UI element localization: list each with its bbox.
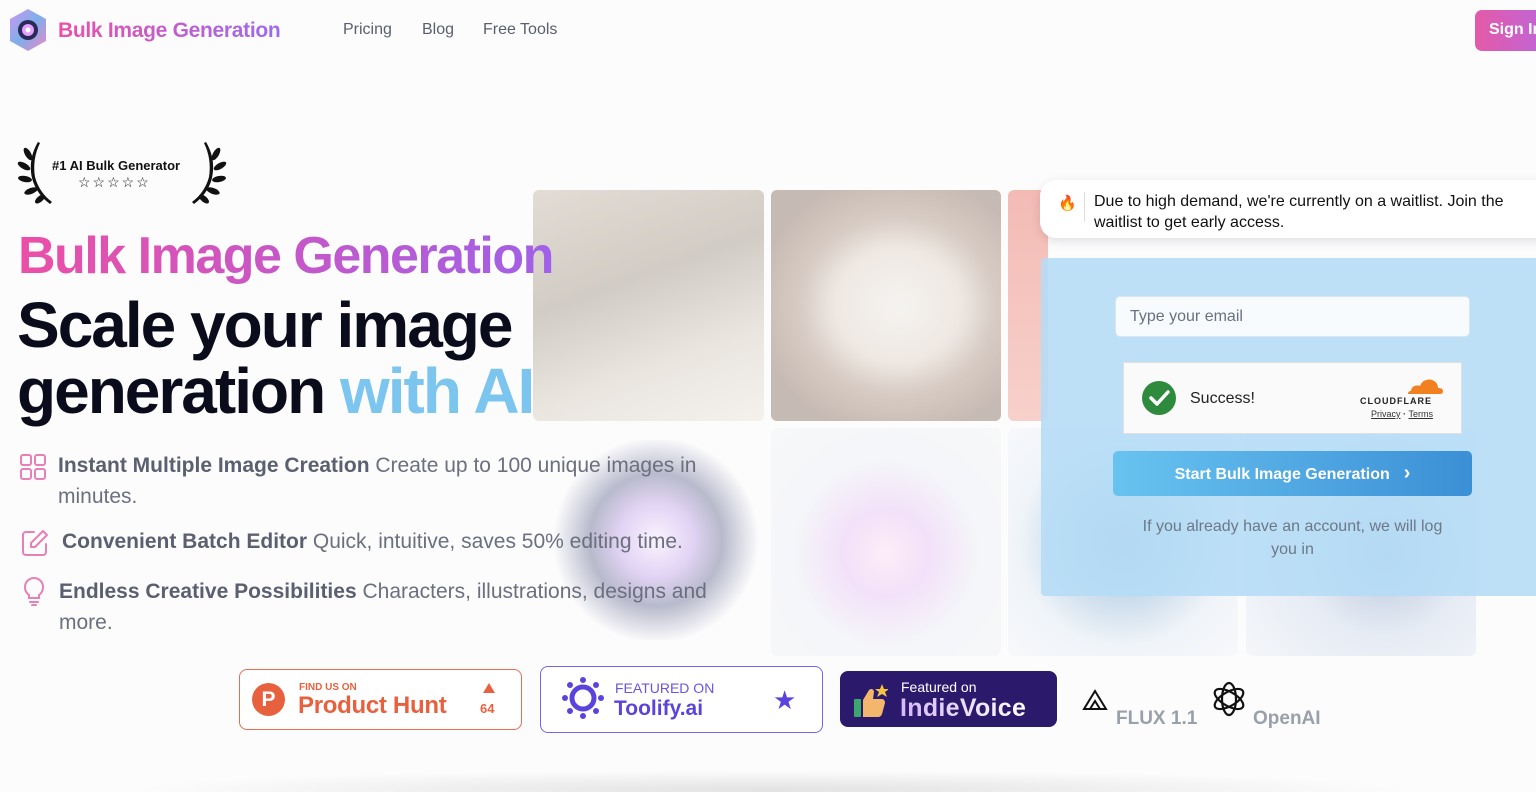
chevron-right-icon: › xyxy=(1403,462,1411,484)
badge-text: #1 AI Bulk Generator xyxy=(52,158,181,173)
hero-headline-accent: with AI xyxy=(339,355,535,427)
feature-title: Endless Creative Possibilities xyxy=(59,580,357,603)
notice-divider xyxy=(1084,192,1085,222)
nav-link-blog[interactable]: Blog xyxy=(422,21,454,39)
badge-stars: ☆☆☆☆☆ xyxy=(78,174,151,190)
start-generation-label: Start Bulk Image Generation xyxy=(1174,466,1390,483)
collage-image-couple xyxy=(533,190,764,421)
email-input[interactable] xyxy=(1115,296,1470,337)
cloudflare-cloud-icon xyxy=(1408,379,1444,394)
collage-image-airplane-window xyxy=(771,190,1001,421)
success-check-icon xyxy=(1142,381,1176,415)
hero-title: Bulk Image Generation xyxy=(18,227,554,285)
openai-label: OpenAI xyxy=(1253,708,1321,729)
sign-in-button[interactable]: Sign In xyxy=(1475,10,1536,51)
flux-label: FLUX 1.1 xyxy=(1116,708,1198,729)
hero-headline-line-1: Scale your image xyxy=(17,289,513,361)
cloudflare-brand: CLOUDFLARE xyxy=(1360,396,1432,406)
toolify-logo-icon xyxy=(562,677,604,719)
feature-title: Convenient Batch Editor xyxy=(62,530,308,553)
hero-headline-text: generation xyxy=(17,355,340,427)
flux-logo-icon xyxy=(1082,689,1108,710)
feature-creative-possibilities: Endless Creative Possibilities Character… xyxy=(18,576,748,638)
captcha-status: Success! xyxy=(1190,390,1255,407)
producthunt-logo-icon: P xyxy=(252,683,285,716)
top-nav: Bulk Image Generation Pricing Blog Free … xyxy=(0,0,1536,62)
section-shadow xyxy=(120,770,1420,792)
terms-link[interactable]: Terms xyxy=(1409,409,1434,419)
privacy-link[interactable]: Privacy xyxy=(1371,409,1401,419)
toolify-small-text: FEATURED ON xyxy=(615,680,715,696)
nav-link-free-tools[interactable]: Free Tools xyxy=(483,21,557,39)
hero-headline-line-2: generation with AI xyxy=(17,354,535,428)
toolify-name: Toolify.ai xyxy=(614,697,704,720)
thumbs-up-icon xyxy=(854,684,888,717)
openai-logo-icon xyxy=(1213,681,1245,717)
cloudflare-links-separator: · xyxy=(1400,409,1409,419)
start-generation-button[interactable]: Start Bulk Image Generation › xyxy=(1113,451,1472,496)
feature-title: Instant Multiple Image Creation xyxy=(58,454,370,477)
feature-instant-creation: Instant Multiple Image Creation Create u… xyxy=(18,450,748,512)
waitlist-notice-text: Due to high demand, we're currently on a… xyxy=(1094,193,1504,231)
star-icon: ★ xyxy=(773,685,797,715)
collage-image-glow-orb xyxy=(771,428,1001,656)
brand-name[interactable]: Bulk Image Generation xyxy=(58,19,281,43)
indievoice-name: IndieVoice xyxy=(900,694,1027,722)
producthunt-name: Product Hunt xyxy=(298,692,447,719)
login-note: If you already have an account, we will … xyxy=(1142,518,1443,558)
feature-batch-editor: Convenient Batch Editor Quick, intuitive… xyxy=(18,526,748,557)
producthunt-upvote-count: 64 xyxy=(480,701,495,716)
nav-link-pricing[interactable]: Pricing xyxy=(343,21,392,39)
upvote-icon xyxy=(483,683,495,693)
cloudflare-links: Privacy · Terms xyxy=(1371,409,1433,419)
fire-icon: 🔥 xyxy=(1058,195,1077,212)
feature-text: Quick, intuitive, saves 50% editing time… xyxy=(307,530,683,553)
indievoice-small-text: Featured on xyxy=(901,679,977,695)
logo-icon[interactable] xyxy=(6,7,50,53)
